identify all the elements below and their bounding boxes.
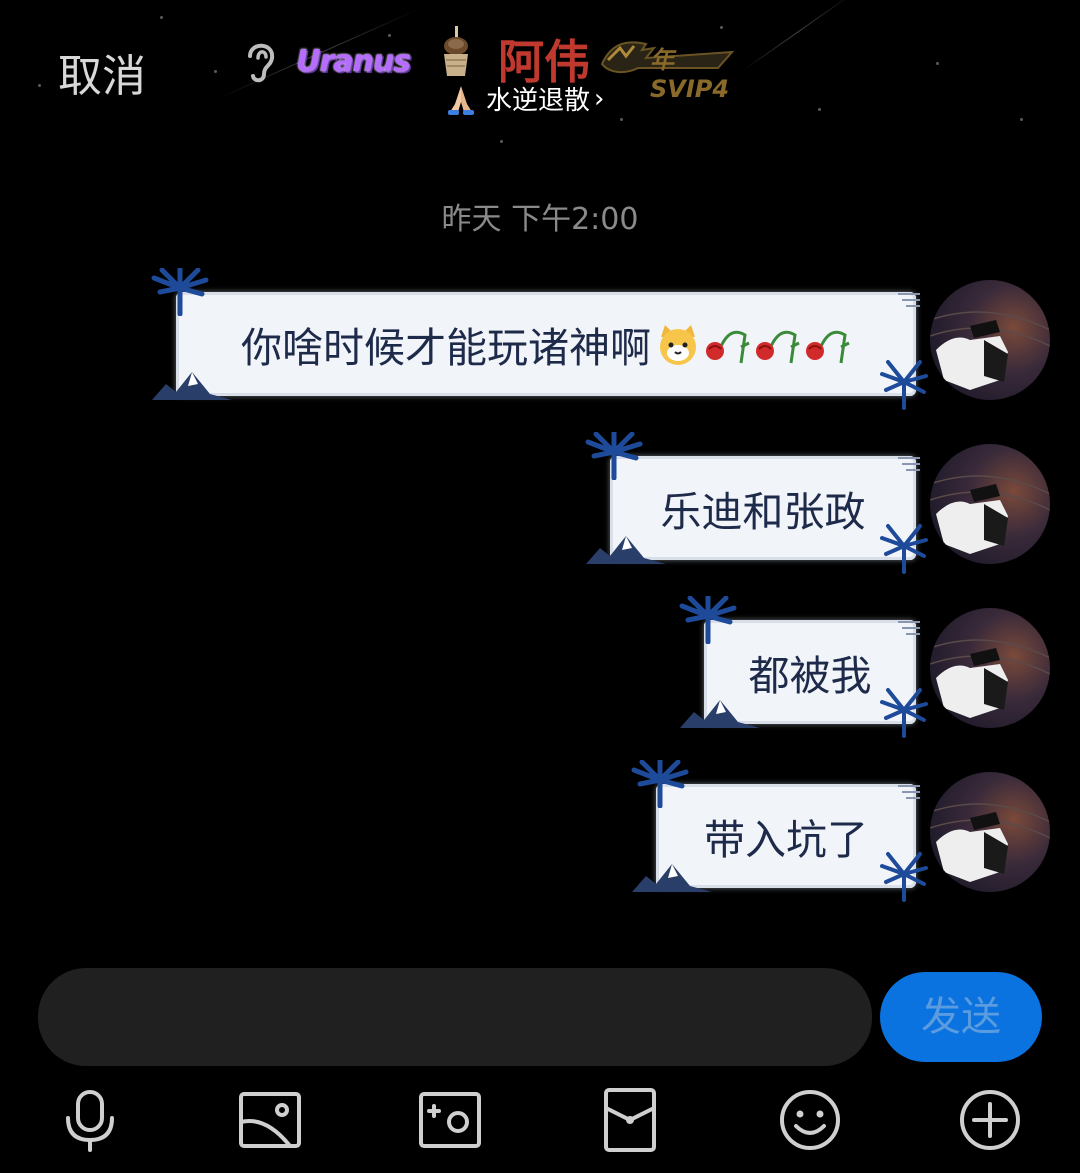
avatar-image bbox=[930, 311, 1050, 390]
brush-line-decoration bbox=[898, 457, 920, 471]
message-text: 乐迪和张政 bbox=[660, 488, 866, 536]
microphone-icon[interactable] bbox=[56, 1086, 124, 1154]
palm-leaf-decoration bbox=[679, 596, 737, 644]
avatar[interactable] bbox=[930, 280, 1050, 400]
palm-leaf-decoration bbox=[151, 268, 209, 316]
brush-line-decoration bbox=[898, 785, 920, 799]
background-star bbox=[214, 70, 217, 73]
message-bubble[interactable]: 你啥时候才能玩诸神啊 bbox=[176, 292, 916, 396]
mountain-decoration bbox=[632, 864, 712, 892]
uranus-badge: Uranus bbox=[296, 44, 411, 79]
brush-line-decoration bbox=[898, 293, 920, 307]
plus-icon[interactable] bbox=[956, 1086, 1024, 1154]
message-text: 带入坑了 bbox=[704, 816, 868, 864]
avatar[interactable] bbox=[930, 608, 1050, 728]
avatar-image bbox=[930, 639, 1050, 718]
palm-leaf-decoration bbox=[880, 524, 928, 574]
avatar-image bbox=[930, 475, 1050, 554]
mountain-decoration bbox=[586, 536, 666, 564]
vip-badge: 年SVIP4 bbox=[598, 34, 738, 103]
background-star bbox=[38, 84, 41, 87]
vip-label: 年SVIP4 bbox=[650, 46, 730, 103]
background-star bbox=[818, 108, 821, 111]
palm-leaf-decoration bbox=[585, 432, 643, 480]
message-text: 你啥时候才能玩诸神啊 bbox=[241, 324, 651, 372]
wilted-rose-icon bbox=[756, 330, 800, 364]
mountain-decoration bbox=[152, 372, 232, 400]
chat-header[interactable]: Uranus 阿伟 年SVIP4 水逆退散 › bbox=[240, 22, 760, 142]
wilted-rose-icon bbox=[706, 330, 750, 364]
palm-leaf-decoration bbox=[880, 688, 928, 738]
red-packet-icon[interactable] bbox=[596, 1086, 664, 1154]
wilted-rose-icon bbox=[806, 330, 850, 364]
message-text: 都被我 bbox=[748, 652, 872, 700]
cake-icon bbox=[444, 26, 468, 76]
background-star bbox=[936, 62, 939, 65]
palm-leaf-decoration bbox=[631, 760, 689, 808]
status-row[interactable]: 水逆退散 › bbox=[446, 80, 604, 117]
palm-leaf-decoration bbox=[880, 852, 928, 902]
emoji-icon[interactable] bbox=[776, 1086, 844, 1154]
send-button[interactable]: 发送 bbox=[880, 972, 1042, 1062]
background-star bbox=[160, 16, 163, 19]
pray-icon bbox=[448, 85, 474, 115]
image-icon[interactable] bbox=[236, 1086, 304, 1154]
avatar[interactable] bbox=[930, 444, 1050, 564]
background-star bbox=[1020, 118, 1023, 121]
cat-face-icon bbox=[660, 325, 696, 365]
message-timestamp: 昨天 下午2:00 bbox=[441, 202, 639, 237]
avatar-image bbox=[930, 803, 1050, 882]
status-text: 水逆退散 bbox=[486, 86, 591, 116]
chevron-right-icon: › bbox=[594, 83, 605, 114]
brush-line-decoration bbox=[898, 621, 920, 635]
avatar[interactable] bbox=[930, 772, 1050, 892]
palm-leaf-decoration bbox=[880, 360, 928, 410]
message-input[interactable] bbox=[38, 968, 872, 1066]
ear-icon bbox=[248, 43, 275, 83]
mountain-decoration bbox=[680, 700, 760, 728]
cancel-button[interactable]: 取消 bbox=[58, 40, 146, 104]
camera-icon[interactable] bbox=[416, 1086, 484, 1154]
chat-screen: 取消 Uranus 阿伟 年SVIP4 水逆退散 › 昨天 下午2:00 你啥时… bbox=[0, 0, 1080, 1173]
